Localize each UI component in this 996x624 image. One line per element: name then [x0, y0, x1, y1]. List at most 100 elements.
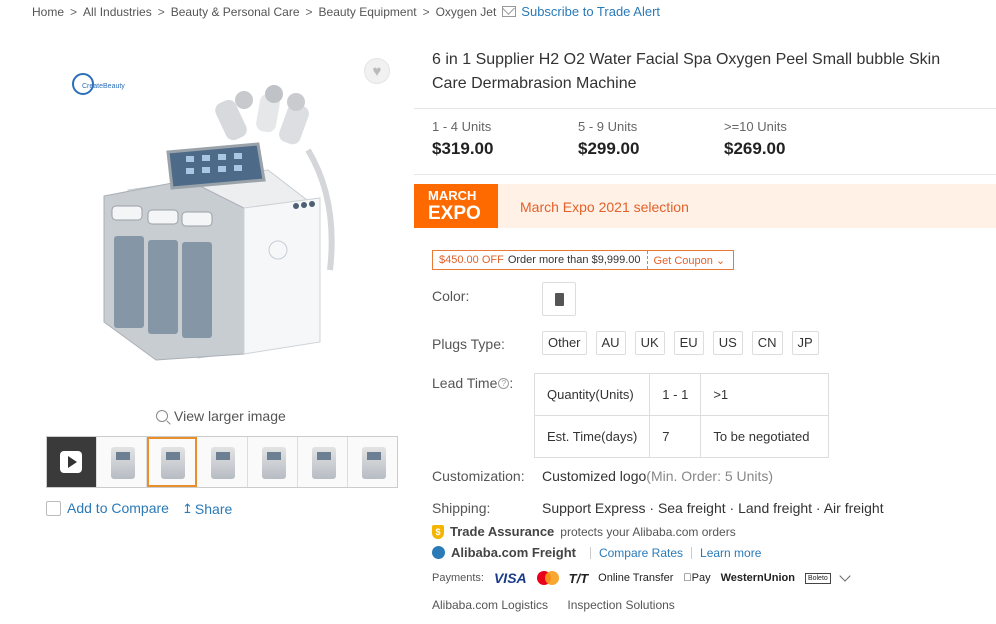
breadcrumb-separator: > [305, 4, 313, 19]
lead-time-colon: : [509, 375, 514, 391]
breadcrumb-all-industries[interactable]: All Industries [83, 5, 152, 19]
breadcrumb: Home > All Industries > Beauty & Persona… [32, 4, 660, 19]
customization-value: Customized logo(Min. Order: 5 Units) [542, 468, 773, 484]
view-larger-label: View larger image [174, 408, 286, 424]
tier-price: $319.00 [432, 139, 494, 158]
breadcrumb-beauty-equipment[interactable]: Beauty Equipment [319, 5, 417, 19]
plug-option-uk[interactable]: UK [634, 331, 665, 355]
shield-icon: $ [432, 524, 444, 539]
subscribe-trade-alert-link[interactable]: Subscribe to Trade Alert [502, 4, 660, 19]
subscribe-label: Subscribe to Trade Alert [521, 4, 661, 19]
color-option[interactable] [542, 282, 576, 316]
table-cell: 1 - 1 [649, 373, 702, 416]
thumbnail-image[interactable] [197, 437, 248, 487]
thumbnail-picture [261, 447, 286, 479]
lead-time-label: Lead Time [432, 375, 498, 391]
share-link[interactable]: ↥ Share [182, 501, 232, 517]
trade-assurance-brand[interactable]: Trade Assurance [450, 524, 554, 539]
breadcrumb-separator: > [70, 4, 78, 19]
expo-badge: MARCH EXPO [414, 184, 498, 228]
price-tier: 5 - 9 Units $299.00 [578, 119, 639, 159]
divider [414, 174, 996, 175]
plug-option-other[interactable]: Other [542, 331, 587, 355]
trade-assurance: $ Trade Assurance protects your Alibaba.… [432, 524, 736, 539]
mastercard-icon [536, 571, 559, 585]
tier-price: $299.00 [578, 139, 640, 158]
tier-quantity: 1 - 4 Units [432, 119, 492, 134]
color-label: Color: [432, 288, 470, 304]
expo-badge-line2: EXPO [428, 203, 481, 224]
thumbnail-image-selected[interactable] [147, 437, 198, 487]
service-links: Alibaba.com Logistics Inspection Solutio… [432, 598, 675, 612]
compare-label: Add to Compare [67, 500, 169, 516]
breadcrumb-oxygen-jet[interactable]: Oxygen Jet [436, 5, 497, 19]
expo-banner[interactable]: MARCH EXPO March Expo 2021 selection [414, 184, 996, 228]
online-transfer-icon: Online Transfer [598, 572, 674, 584]
payments-label: Payments: [432, 572, 484, 584]
boleto-icon: Boleto [804, 572, 831, 584]
plug-option-cn[interactable]: CN [751, 331, 783, 355]
share-label: Share [194, 501, 233, 517]
customization-label: Customization: [432, 468, 525, 484]
tier-quantity: 5 - 9 Units [578, 119, 638, 134]
price-tier: >=10 Units $269.00 [724, 119, 787, 159]
brand-logo: CreateBeauty [72, 73, 125, 95]
globe-icon [432, 546, 445, 559]
thumbnail-video[interactable] [47, 437, 98, 487]
shipping-label: Shipping: [432, 500, 491, 516]
product-title: 6 in 1 Supplier H2 O2 Water Facial Spa O… [432, 51, 941, 92]
thumbnail-picture [361, 447, 386, 479]
thumbnail-picture [211, 447, 236, 479]
expo-text: March Expo 2021 selection [520, 199, 689, 215]
thumbnail-image[interactable] [297, 437, 348, 487]
table-cell: >1 [700, 373, 830, 416]
plug-option-eu[interactable]: EU [673, 331, 704, 355]
logistics-link[interactable]: Alibaba.com Logistics [432, 598, 548, 612]
table-row: Est. Time(days) 7 To be negotiated [533, 415, 830, 458]
plug-option-us[interactable]: US [712, 331, 743, 355]
product-machine-illustration: CreateBeauty [72, 73, 335, 361]
share-icon: ↥ [182, 501, 193, 516]
tier-price: $269.00 [724, 139, 786, 158]
thumbnail-image[interactable] [347, 437, 397, 487]
chevron-down-icon: ⌄ [715, 254, 726, 267]
expo-badge-line1: MARCH [428, 188, 477, 203]
add-to-compare[interactable]: Add to Compare [46, 500, 169, 516]
visa-icon: VISA [493, 570, 527, 586]
breadcrumb-separator: > [422, 4, 430, 19]
apple-pay-label: Pay [683, 572, 711, 584]
tt-icon: T/T [568, 570, 589, 586]
get-coupon-label: Get Coupon [653, 254, 713, 267]
tier-quantity: >=10 Units [724, 119, 787, 134]
payments-row: Payments: VISA T/T Online Transfer Pay … [432, 570, 851, 586]
plug-option-jp[interactable]: JP [791, 331, 819, 355]
trade-assurance-text: protects your Alibaba.com orders [560, 524, 736, 539]
alibaba-freight: Alibaba.com Freight Compare Rates Learn … [432, 545, 761, 560]
view-larger-image-link[interactable]: View larger image [156, 408, 286, 424]
compare-rates-link[interactable]: Compare Rates [599, 546, 683, 560]
inspection-link[interactable]: Inspection Solutions [567, 598, 674, 612]
compare-checkbox[interactable] [46, 500, 61, 516]
shipping-methods: Support Express · Sea freight · Land fre… [542, 500, 884, 516]
table-cell: 7 [649, 415, 702, 458]
breadcrumb-beauty-care[interactable]: Beauty & Personal Care [171, 5, 300, 19]
customization-text: Customized logo [542, 468, 647, 484]
western-union-icon: WesternUnion [712, 572, 795, 584]
thumbnail-image[interactable] [247, 437, 298, 487]
play-icon [60, 451, 82, 473]
magnifier-icon [156, 410, 168, 422]
main-product-image[interactable]: CreateBeauty [68, 60, 390, 390]
customization-min-order: (Min. Order: 5 Units) [646, 468, 774, 484]
favorite-heart-icon[interactable]: ♥ [364, 58, 390, 84]
plug-options: Other AU UK EU US CN JP [542, 331, 828, 355]
get-coupon-button[interactable]: Get Coupon ⌄ [648, 254, 734, 267]
chevron-down-icon[interactable] [839, 570, 851, 582]
learn-more-link[interactable]: Learn more [700, 546, 761, 560]
thumbnail-image[interactable] [97, 437, 148, 487]
help-icon[interactable]: ? [498, 378, 510, 389]
plug-option-au[interactable]: AU [595, 331, 626, 355]
price-tier: 1 - 4 Units $319.00 [432, 119, 493, 159]
breadcrumb-home[interactable]: Home [32, 5, 64, 19]
apple-pay-icon: Pay [683, 572, 710, 584]
table-cell: Quantity(Units) [533, 373, 651, 416]
